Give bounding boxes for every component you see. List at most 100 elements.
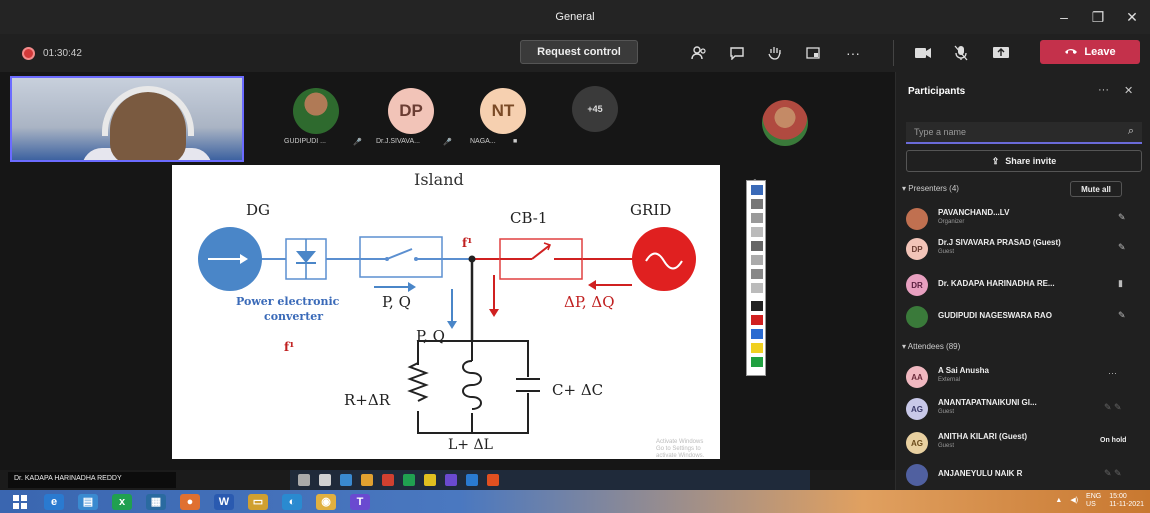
raise-hand-icon[interactable]: [764, 42, 786, 64]
avatar-label: NAGA...: [470, 138, 496, 145]
edge-icon[interactable]: e: [44, 493, 64, 510]
mic-off-icon: ✎: [1118, 212, 1126, 222]
windows-start-icon[interactable]: [10, 494, 30, 510]
clock[interactable]: 15:00 11-11-2021: [1109, 493, 1144, 509]
shape-tool-icon[interactable]: [751, 227, 763, 237]
share-invite-button[interactable]: ⇪ Share invite: [906, 150, 1142, 172]
mute-all-button[interactable]: Mute all: [1070, 181, 1122, 197]
participant-row[interactable]: AG ANANTAPATNAIKUNI GI... Guest ✎ ✎: [904, 394, 1144, 422]
toolbar-divider: [893, 40, 894, 66]
participant-row[interactable]: DR Dr. KADAPA HARINADHA RE... ▮: [904, 270, 1144, 298]
pe-label-2: converter: [264, 310, 323, 323]
participant-role: Guest: [938, 249, 955, 255]
minimize-button[interactable]: –: [1050, 5, 1078, 29]
participant-row[interactable]: GUDIPUDI NAGESWARA RAO ✎: [904, 302, 1144, 330]
participant-search-input[interactable]: Type a name ⌕: [906, 122, 1142, 144]
pq-left-label: P, Q: [382, 293, 411, 311]
line-tool-icon[interactable]: [751, 213, 763, 223]
participant-row[interactable]: DP Dr.J SIVAVARA PRASAD (Guest) Guest ✎: [904, 234, 1144, 262]
participant-name: Dr.J SIVAVARA PRASAD (Guest): [938, 238, 1061, 247]
more-actions-button[interactable]: ···: [842, 42, 864, 64]
avatar-label: GUDIPUDI ...: [284, 138, 327, 145]
pen-tool-icon[interactable]: [751, 185, 763, 195]
request-control-button[interactable]: Request control: [520, 40, 638, 64]
eraser-tool-icon[interactable]: [751, 199, 763, 209]
r-label: R+ΔR: [344, 391, 391, 409]
avatar-dp[interactable]: DP: [388, 88, 434, 134]
mic-off-icon: ✎: [1118, 242, 1126, 252]
close-window-button[interactable]: ✕: [1118, 5, 1146, 29]
word-icon[interactable]: W: [214, 493, 234, 510]
chat-icon[interactable]: [726, 42, 748, 64]
undo-tool-icon[interactable]: [751, 255, 763, 265]
participant-role: Guest: [938, 409, 955, 415]
more-options-icon[interactable]: ···: [1108, 368, 1117, 378]
mic-off-icon: ✎ ✎: [1104, 402, 1122, 412]
attendees-section-header[interactable]: ▾ Attendees (89): [902, 342, 960, 351]
camera-icon[interactable]: [912, 42, 934, 64]
network-icon[interactable]: ▲: [1055, 497, 1062, 505]
share-invite-label: Share invite: [1005, 156, 1057, 166]
language-indicator[interactable]: ENG US: [1086, 493, 1101, 509]
presenters-section-header[interactable]: ▾ Presenters (4): [902, 184, 959, 193]
volume-icon[interactable]: ◀): [1070, 497, 1078, 505]
participant-row[interactable]: PAVANCHAND...LV Organizer ✎: [904, 204, 1144, 232]
microphone-icon[interactable]: [950, 42, 972, 64]
explorer-icon[interactable]: ▤: [78, 493, 98, 510]
panel-title: Participants: [908, 86, 966, 97]
excel-icon[interactable]: x: [112, 493, 132, 510]
color-red-swatch[interactable]: [751, 315, 763, 325]
panel-close-button[interactable]: ✕: [1124, 84, 1133, 97]
color-green-swatch[interactable]: [751, 357, 763, 367]
recording-icon: [22, 46, 35, 60]
folder-icon[interactable]: ▭: [248, 493, 268, 510]
meeting-stage: GUDIPUDI ... 🎤 DP Dr.J.SIVAVA... 🎤 NT NA…: [0, 72, 895, 488]
rooms-icon[interactable]: [802, 42, 824, 64]
text-tool-icon[interactable]: [751, 241, 763, 251]
remote-app-icon: [319, 474, 331, 486]
color-yellow-swatch[interactable]: [751, 343, 763, 353]
participant-row[interactable]: ANJANEYULU NAIK R ✎ ✎: [904, 460, 1144, 488]
avatar: [906, 464, 928, 486]
color-blue-swatch[interactable]: [751, 329, 763, 339]
clear-tool-icon[interactable]: [751, 283, 763, 293]
more-participants-badge[interactable]: +45: [572, 86, 618, 132]
remote-app-icon: [424, 474, 436, 486]
participant-row[interactable]: AA A Sai Anusha External ···: [904, 362, 1144, 390]
edge-new-icon[interactable]: ◐: [282, 493, 302, 510]
title-bar: General – ❐ ✕: [0, 0, 1150, 34]
on-hold-status: On hold: [1100, 437, 1127, 444]
mic-off-icon: 🎤: [443, 139, 452, 146]
share-screen-icon[interactable]: [990, 42, 1012, 64]
participant-name: ANJANEYULU NAIK R: [938, 469, 1023, 478]
dpq-label: ΔP, ΔQ: [564, 293, 615, 311]
remote-taskbar: [290, 470, 810, 490]
teams-icon[interactable]: T: [350, 493, 370, 510]
chrome-icon[interactable]: ◉: [316, 493, 336, 510]
mic-off-icon: ✎ ✎: [1104, 468, 1122, 478]
mic-off-icon: ✎: [1118, 310, 1126, 320]
redo-tool-icon[interactable]: [751, 269, 763, 279]
participant-video[interactable]: [10, 76, 244, 162]
windows-taskbar: e ▤ x ▦ ● W ▭ ◐ ◉ T ▲ ◀) ENG US 15:00 11-1…: [0, 490, 1150, 513]
app-icon[interactable]: ▦: [146, 493, 166, 510]
leave-button[interactable]: Leave: [1040, 40, 1140, 64]
maximize-button[interactable]: ❐: [1084, 5, 1112, 29]
system-tray: ▲ ◀) ENG US 15:00 11-11-2021: [1055, 493, 1144, 509]
avatar-gudipudi[interactable]: [293, 88, 339, 134]
participant-row[interactable]: AG ANITHA KILARI (Guest) Guest On hold: [904, 428, 1144, 456]
share-icon: ⇪: [991, 155, 1000, 166]
pen-toolbar[interactable]: [746, 180, 766, 376]
window-controls: – ❐ ✕: [1050, 0, 1146, 34]
color-black-swatch[interactable]: [751, 301, 763, 311]
f1-top-label: f¹: [462, 236, 472, 250]
shared-slide: Island DG CB-1 GRID f¹ P, Q Power electr…: [172, 165, 720, 459]
avatar-nt[interactable]: NT: [480, 88, 526, 134]
presenter-name-label: Dr. KADAPA HARINADHA REDDY: [8, 472, 176, 488]
firefox-icon[interactable]: ●: [180, 493, 200, 510]
pinned-participant-avatar[interactable]: [762, 100, 808, 146]
dg-label: DG: [246, 201, 270, 219]
people-icon[interactable]: [688, 42, 710, 64]
remote-app-icon: [361, 474, 373, 486]
panel-more-button[interactable]: ···: [1098, 84, 1109, 96]
